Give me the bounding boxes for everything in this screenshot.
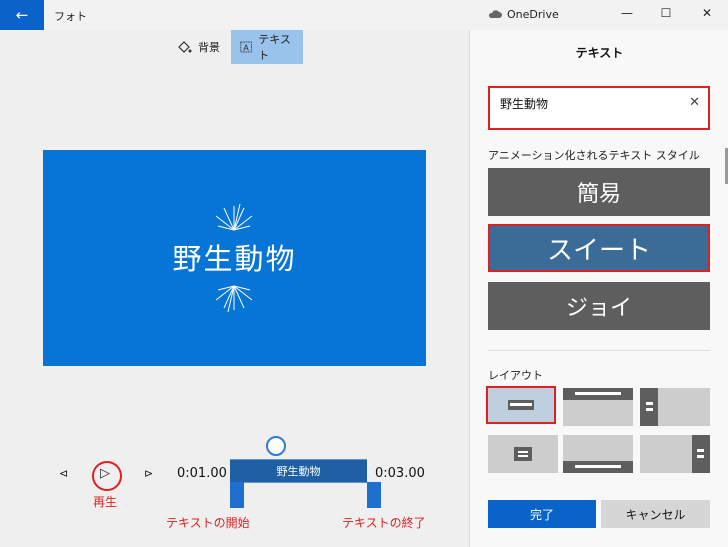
previous-frame-button[interactable]: ⊲ bbox=[59, 467, 68, 480]
style-simple[interactable]: 簡易 bbox=[488, 168, 710, 216]
video-preview: 野生動物 bbox=[43, 150, 426, 366]
onedrive-button[interactable]: OneDrive bbox=[488, 8, 559, 21]
preview-title-text: 野生動物 bbox=[172, 242, 297, 276]
top-sparkle-icon bbox=[215, 203, 253, 231]
background-label: 背景 bbox=[198, 41, 220, 54]
text-duration-track[interactable]: 野生動物 bbox=[230, 459, 367, 483]
layout-small-center[interactable] bbox=[488, 435, 558, 473]
section-divider bbox=[488, 350, 710, 351]
end-trim-handle[interactable] bbox=[367, 482, 381, 508]
text-panel: テキスト ✕ アニメーション化されるテキスト スタイル 簡易 スイート ジョイ … bbox=[469, 30, 728, 547]
cloud-icon bbox=[488, 10, 502, 18]
clear-icon[interactable]: ✕ bbox=[689, 95, 700, 110]
background-button[interactable]: 背景 bbox=[168, 30, 229, 64]
track-label: 野生動物 bbox=[276, 465, 321, 478]
next-frame-icon: ⊳ bbox=[144, 467, 154, 480]
playhead-handle[interactable] bbox=[266, 436, 286, 456]
play-button[interactable]: ▷ bbox=[100, 466, 110, 481]
text-icon: A bbox=[240, 41, 252, 53]
end-time: 0:03.00 bbox=[375, 466, 425, 481]
text-end-annotation: テキストの終了 bbox=[342, 516, 426, 530]
panel-title: テキスト bbox=[575, 46, 624, 60]
back-button[interactable]: ← bbox=[0, 0, 44, 30]
style-joy[interactable]: ジョイ bbox=[488, 282, 710, 330]
layout-left-bar[interactable] bbox=[640, 388, 710, 426]
layout-bottom-banner[interactable] bbox=[563, 435, 633, 473]
start-trim-handle[interactable] bbox=[230, 482, 244, 508]
text-input-box: ✕ bbox=[488, 86, 710, 130]
back-arrow-icon: ← bbox=[15, 6, 29, 24]
text-start-annotation: テキストの開始 bbox=[166, 516, 250, 530]
done-button[interactable]: 完了 bbox=[488, 500, 596, 528]
previous-frame-icon: ⊲ bbox=[59, 467, 69, 480]
styles-label: アニメーション化されるテキスト スタイル bbox=[488, 149, 700, 162]
layout-top-banner[interactable] bbox=[563, 388, 633, 426]
title-bar: ← フォト OneDrive — ☐ ✕ bbox=[0, 0, 728, 30]
close-button[interactable]: ✕ bbox=[697, 6, 717, 20]
minimize-button[interactable]: — bbox=[617, 6, 637, 20]
text-button[interactable]: A テキスト bbox=[231, 30, 303, 64]
style-suite[interactable]: スイート bbox=[488, 224, 710, 272]
app-title: フォト bbox=[54, 10, 87, 23]
text-label: テキスト bbox=[258, 33, 291, 62]
play-icon: ▷ bbox=[100, 466, 110, 481]
maximize-button[interactable]: ☐ bbox=[656, 6, 676, 20]
play-annotation: 再生 bbox=[93, 495, 118, 509]
layout-label: レイアウト bbox=[488, 369, 543, 382]
svg-text:A: A bbox=[243, 42, 249, 52]
bottom-sparkle-icon bbox=[215, 285, 253, 313]
layout-center[interactable] bbox=[486, 386, 556, 424]
next-frame-button[interactable]: ⊳ bbox=[144, 467, 153, 480]
layout-right-bar[interactable] bbox=[640, 435, 710, 473]
start-time: 0:01.00 bbox=[177, 466, 227, 481]
paint-bucket-icon bbox=[178, 41, 192, 53]
text-input[interactable] bbox=[498, 95, 682, 111]
cancel-button[interactable]: キャンセル bbox=[601, 500, 710, 528]
onedrive-label: OneDrive bbox=[507, 8, 559, 21]
